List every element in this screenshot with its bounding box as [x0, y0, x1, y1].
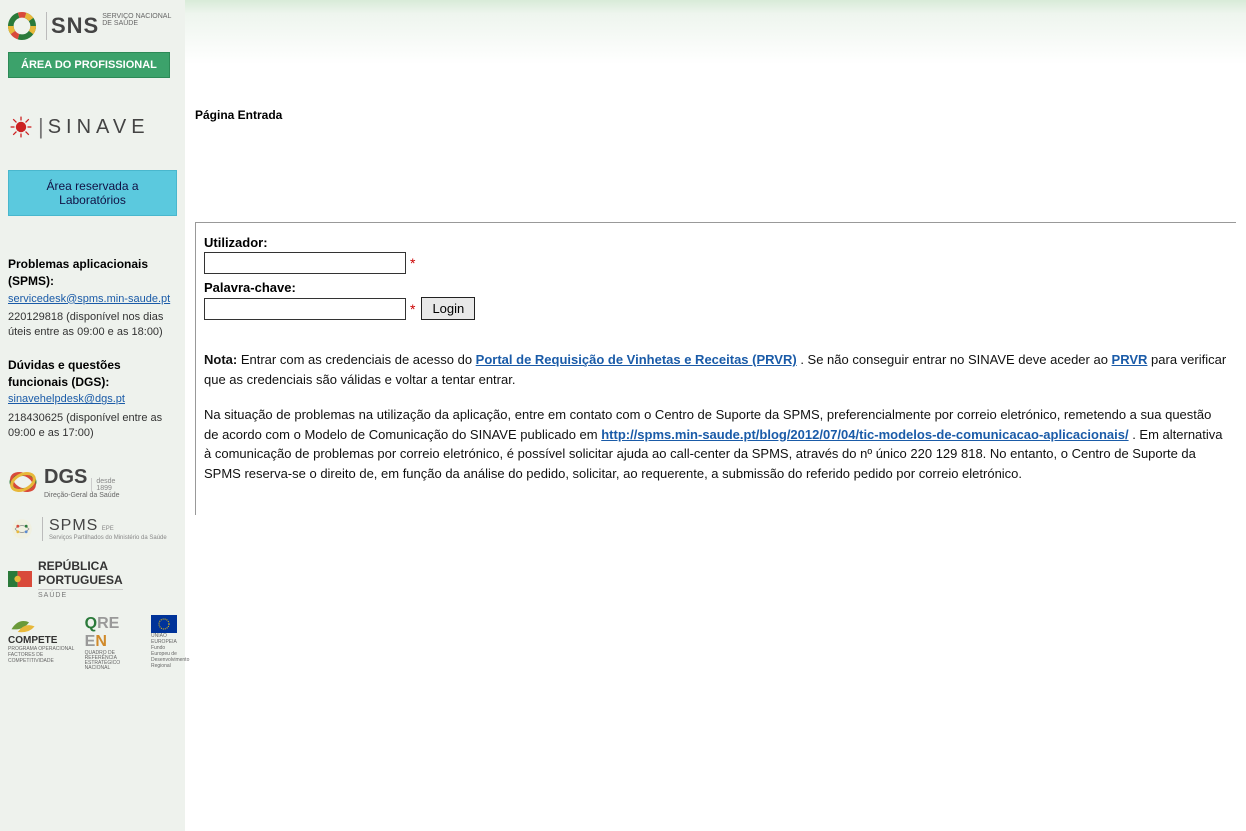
- note-block: Nota: Entrar com as credenciais de acess…: [204, 350, 1228, 483]
- eu-line2: Fundo Europeu de Desenvolvimento Regiona…: [151, 645, 177, 669]
- main-content: Página Entrada Utilizador: * Palavra-cha…: [185, 0, 1246, 831]
- footer-logos: COMPETE PROGRAMA OPERACIONAL FACTORES DE…: [8, 615, 177, 671]
- eu-line1: UNIÃO EUROPEIA: [151, 633, 177, 645]
- qren-sub: QUADRO DE REFERÊNCIA ESTRATÉGICO NACIONA…: [85, 651, 143, 671]
- sns-sub1: SERVIÇO NACIONAL: [102, 13, 171, 20]
- support-dgs-title: Dúvidas e questões funcionais (DGS):: [8, 358, 121, 389]
- support-dgs-phone: 218430625 (disponível entre as 09:00 e a…: [8, 411, 177, 442]
- support-spms-title: Problemas aplicacionais (SPMS):: [8, 257, 148, 288]
- dgs-sub: Direção-Geral da Saúde: [44, 492, 120, 499]
- qren-q: Q: [85, 615, 97, 632]
- dgs-logo-icon: [8, 467, 38, 497]
- support-spms-phone: 220129818 (disponível nos dias úteis ent…: [8, 310, 177, 341]
- sns-logo-icon: [8, 12, 36, 40]
- support-dgs: Dúvidas e questões funcionais (DGS): sin…: [8, 357, 177, 442]
- area-laboratorios-button[interactable]: Área reservada a Laboratórios: [8, 170, 177, 216]
- sns-logo: SNS SERVIÇO NACIONAL DE SAÚDE: [8, 8, 177, 52]
- qren-logo: QRE EN QUADRO DE REFERÊNCIA ESTRATÉGICO …: [85, 615, 143, 671]
- note-p1b: . Se não conseguir entrar no SINAVE deve…: [797, 352, 1112, 367]
- rp-line1a: REPÚBLICA: [38, 559, 123, 573]
- link-prvr-1[interactable]: Portal de Requisição de Vinhetas e Recei…: [476, 352, 797, 367]
- required-marker: *: [410, 255, 415, 271]
- sidebar: SNS SERVIÇO NACIONAL DE SAÚDE ÁREA DO PR…: [0, 0, 185, 831]
- note-p1a: Entrar com as credenciais de acesso do: [237, 352, 475, 367]
- user-input[interactable]: [204, 252, 406, 274]
- required-marker: *: [410, 301, 415, 317]
- password-input[interactable]: [204, 298, 406, 320]
- support-spms-email[interactable]: servicedesk@spms.min-saude.pt: [8, 293, 170, 305]
- qren-n: N: [95, 633, 107, 650]
- portugal-flag-icon: [8, 571, 32, 587]
- spms-sub: Serviços Partilhados do Ministério da Sa…: [49, 535, 167, 541]
- eu-logo: UNIÃO EUROPEIA Fundo Europeu de Desenvol…: [151, 615, 177, 669]
- login-button[interactable]: Login: [421, 297, 475, 320]
- compete-logo: COMPETE PROGRAMA OPERACIONAL FACTORES DE…: [8, 615, 77, 664]
- compete-text: COMPETE: [8, 635, 77, 646]
- compete-sub: PROGRAMA OPERACIONAL FACTORES DE COMPETI…: [8, 646, 77, 664]
- spms-logo-icon: [8, 515, 36, 543]
- spms-logo: SPMS EPE Serviços Partilhados do Ministé…: [8, 515, 177, 543]
- dgs-logo: DGS desde 1899 Direção-Geral da Saúde: [8, 466, 177, 499]
- sns-text: SNS: [51, 13, 99, 39]
- password-label: Palavra-chave:: [204, 280, 1228, 295]
- page-title: Página Entrada: [195, 108, 1236, 122]
- user-label: Utilizador:: [204, 235, 1228, 250]
- spms-suffix: EPE: [102, 526, 114, 532]
- dgs-year: 1899: [96, 485, 112, 492]
- link-prvr-2[interactable]: PRVR: [1112, 352, 1148, 367]
- compete-icon: [8, 615, 36, 635]
- sinave-icon: [8, 114, 34, 140]
- rp-line1b: PORTUGUESA: [38, 573, 123, 587]
- support-spms: Problemas aplicacionais (SPMS): serviced…: [8, 256, 177, 341]
- support-dgs-email[interactable]: sinavehelpdesk@dgs.pt: [8, 393, 125, 405]
- area-profissional-button[interactable]: ÁREA DO PROFISSIONAL: [8, 52, 170, 78]
- republica-logo: REPÚBLICA PORTUGUESA SAÚDE: [8, 559, 177, 599]
- sinave-text: SINAVE: [48, 116, 150, 139]
- qren-re: RE: [97, 615, 119, 632]
- sinave-logo: | SINAVE: [8, 114, 177, 140]
- login-form: Utilizador: * Palavra-chave: * Login: [195, 222, 1236, 515]
- dgs-year-label: desde: [96, 478, 115, 485]
- note-label: Nota:: [204, 352, 237, 367]
- dgs-text: DGS: [44, 466, 87, 489]
- link-spms-blog[interactable]: http://spms.min-saude.pt/blog/2012/07/04…: [601, 427, 1128, 442]
- banner: [185, 0, 1246, 92]
- sns-sub2: DE SAÚDE: [102, 20, 171, 27]
- eu-flag-icon: [151, 615, 177, 633]
- spms-text: SPMS: [49, 517, 98, 534]
- rp-line2: SAÚDE: [38, 589, 123, 599]
